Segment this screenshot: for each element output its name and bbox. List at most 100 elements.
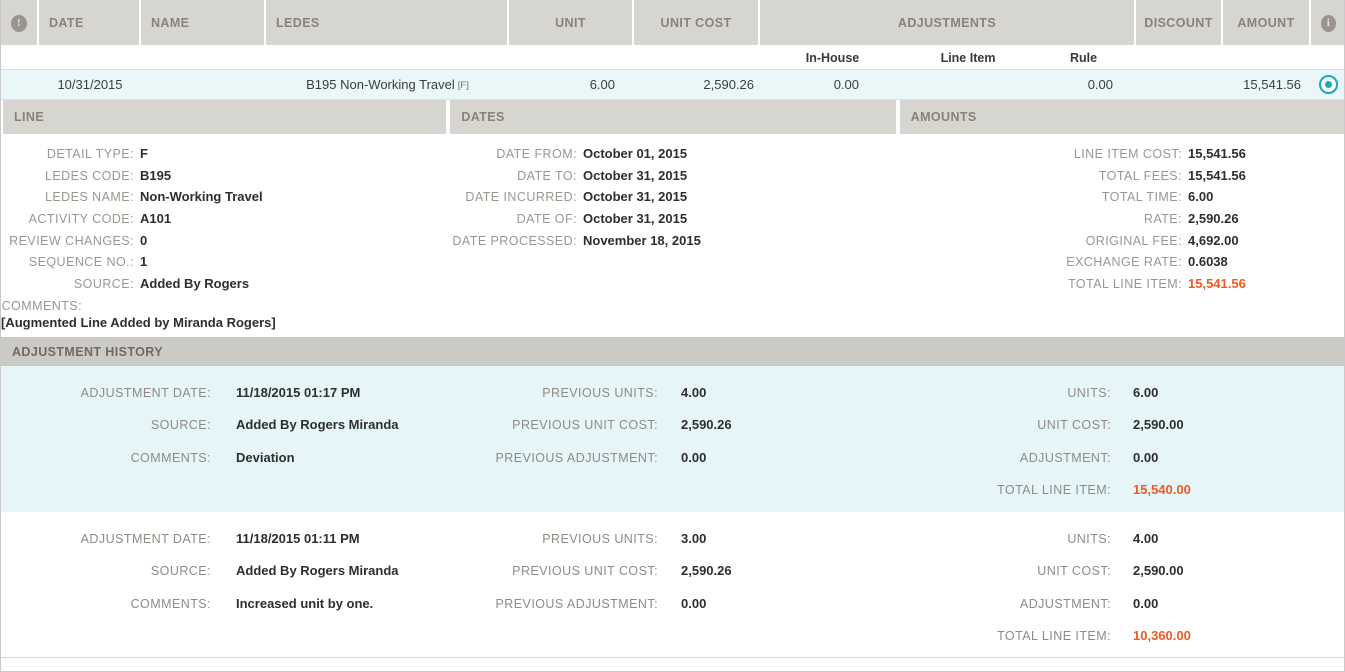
adj-field-previous-units-value: 4.00 [681, 385, 707, 400]
adj-row-middle-fields: PREVIOUS UNITS: 4.00 PREVIOUS UNIT COST:… [401, 385, 751, 482]
detail-field-total-fees: TOTAL FEES: 15,541.56 [899, 167, 1344, 190]
adj-field-unit-cost-value: 2,590.00 [1133, 563, 1184, 579]
column-header-amount-label: AMOUNT [1237, 16, 1295, 30]
detail-field-source: SOURCE: Added By Rogers [1, 276, 441, 298]
adj-field-adjustment-value: 0.00 [1133, 595, 1159, 611]
detail-field-review-changes-label: REVIEW CHANGES: [9, 233, 134, 248]
cell-unit-value: 6.00 [589, 77, 615, 92]
detail-field-detail-type-label: DETAIL TYPE: [46, 147, 134, 161]
adj-field-units: UNITS: 4.00 [861, 531, 1281, 563]
adj-row-middle-fields: PREVIOUS UNITS: 3.00 PREVIOUS UNIT COST:… [401, 531, 751, 628]
detail-field-ledes-name-label: LEDES NAME: [44, 190, 134, 205]
column-header-unit-label: UNIT [555, 16, 586, 30]
detail-field-total-fees-value: 15,541.56 [1188, 167, 1246, 183]
row-action-button[interactable] [1311, 70, 1344, 99]
cell-discount [1136, 70, 1223, 99]
detail-field-total-line-item: TOTAL LINE ITEM: 15,541.56 [899, 276, 1344, 298]
detail-field-original-fee-value: 4,692.00 [1188, 232, 1239, 248]
panel-header-amounts: AMOUNTS [897, 100, 1344, 134]
detail-field-sequence-no-value: 1 [140, 254, 148, 270]
detail-field-date-to: DATE TO: October 31, 2015 [449, 168, 899, 190]
detail-field-total-line-item-value: 15,541.56 [1188, 276, 1246, 292]
detail-field-review-changes-value: 0 [140, 232, 148, 248]
adj-field-unit-cost: UNIT COST: 2,590.00 [861, 417, 1281, 449]
detail-field-date-of-label: DATE OF: [516, 212, 577, 227]
adj-field-unit-cost: UNIT COST: 2,590.00 [861, 563, 1281, 595]
detail-comments: COMMENTS: [Augmented Line Added by Miran… [1, 299, 441, 330]
adj-field-adjustment-date-value: 11/18/2015 01:17 PM [236, 385, 361, 400]
column-header-amount[interactable]: AMOUNT [1223, 0, 1311, 46]
detail-field-total-time-label: TOTAL TIME: [1101, 190, 1182, 205]
adjustment-history-row[interactable]: ADJUSTMENT DATE: 11/18/2015 01:11 PM SOU… [1, 512, 1344, 658]
detail-field-date-processed-label: DATE PROCESSED: [452, 233, 577, 248]
detail-field-total-time-value: 6.00 [1188, 189, 1214, 205]
adj-field-adjustment: ADJUSTMENT: 0.00 [861, 596, 1281, 628]
adj-field-source-value: Added By Rogers Miranda [236, 563, 399, 579]
detail-field-activity-code: ACTIVITY CODE: A101 [1, 211, 441, 233]
detail-field-date-processed-value: November 18, 2015 [583, 232, 701, 248]
cell-ledes-suffix: [F] [457, 80, 469, 91]
detail-field-ledes-code-value: B195 [140, 167, 172, 183]
detail-field-ledes-name: LEDES NAME: Non-Working Travel [1, 189, 441, 211]
column-header-unit-cost-label: UNIT COST [660, 16, 732, 30]
adj-field-previous-units: PREVIOUS UNITS: 3.00 [401, 531, 751, 563]
detail-field-exchange-rate: EXCHANGE RATE: 0.6038 [899, 254, 1344, 276]
subcolumn-in-house-label: In-House [805, 50, 860, 65]
detail-field-ledes-name-value: Non-Working Travel [140, 189, 263, 205]
adj-field-previous-unit-cost-value: 2,590.26 [681, 417, 732, 433]
detail-field-source-label: SOURCE: [73, 277, 134, 292]
table-subcolumn-header: In-House Line Item Rule [1, 46, 1344, 69]
column-header-unit[interactable]: UNIT [509, 0, 634, 46]
detail-field-source-value: Added By Rogers [140, 276, 250, 292]
adj-field-previous-units-label: PREVIOUS UNITS: [542, 386, 658, 400]
cell-adj-in-house: 0.00 [760, 70, 905, 99]
column-header-info[interactable]: i [1311, 0, 1344, 46]
column-header-ledes[interactable]: LEDES [266, 0, 509, 46]
cell-unit-cost: 2,590.26 [634, 70, 760, 99]
detail-field-date-to-label: DATE TO: [517, 168, 577, 183]
adj-field-adjustment-date-label: ADJUSTMENT DATE: [80, 386, 211, 400]
adj-field-total-line-item-label: TOTAL LINE ITEM: [997, 629, 1111, 644]
detail-field-detail-type-value: F [140, 146, 148, 161]
adj-field-comments-value: Deviation [236, 449, 295, 465]
detail-field-total-time: TOTAL TIME: 6.00 [899, 189, 1344, 211]
adj-field-total-line-item-value: 10,360.00 [1133, 628, 1191, 644]
detail-field-date-to-value: October 31, 2015 [583, 167, 688, 183]
detail-comments-value: [Augmented Line Added by Miranda Rogers] [1, 315, 276, 330]
column-header-date-label: DATE [49, 16, 84, 30]
adj-field-comments-label: COMMENTS: [130, 450, 211, 465]
panel-header-dates-label: DATES [461, 110, 505, 124]
column-header-adjustments[interactable]: ADJUSTMENTS [760, 0, 1136, 46]
cell-name [141, 70, 266, 99]
column-header-name[interactable]: NAME [141, 0, 266, 46]
table-row[interactable]: 10/31/2015 B195 Non-Working Travel [F] 6… [1, 69, 1344, 100]
subcolumn-rule: Rule [1031, 46, 1136, 69]
cell-ledes: B195 Non-Working Travel [F] [266, 70, 509, 99]
adj-field-previous-adjustment-value: 0.00 [681, 449, 707, 465]
adj-field-previous-units: PREVIOUS UNITS: 4.00 [401, 385, 751, 417]
adj-field-previous-adjustment: PREVIOUS ADJUSTMENT: 0.00 [401, 596, 751, 628]
column-header-name-label: NAME [151, 16, 190, 30]
detail-panel-header-row: LINE DATES AMOUNTS [1, 100, 1344, 134]
column-header-date[interactable]: DATE [39, 0, 141, 46]
adj-field-previous-unit-cost: PREVIOUS UNIT COST: 2,590.26 [401, 417, 751, 449]
panel-header-line: LINE [1, 100, 449, 134]
detail-field-date-from-value: October 01, 2015 [583, 146, 688, 161]
adj-row-right-fields: UNITS: 4.00 UNIT COST: 2,590.00 ADJUSTME… [861, 531, 1281, 661]
detail-field-sequence-no-label: SEQUENCE NO.: [28, 255, 134, 270]
adj-field-previous-unit-cost: PREVIOUS UNIT COST: 2,590.26 [401, 563, 751, 595]
adj-field-total-line-item: TOTAL LINE ITEM: 15,540.00 [861, 482, 1281, 514]
cell-unit-cost-value: 2,590.26 [703, 77, 754, 92]
column-header-discount[interactable]: DISCOUNT [1136, 0, 1223, 46]
adjustment-history-row[interactable]: ADJUSTMENT DATE: 11/18/2015 01:17 PM SOU… [1, 366, 1344, 512]
adj-field-adjustment-label: ADJUSTMENT: [1019, 596, 1111, 611]
adj-field-previous-adjustment-label: PREVIOUS ADJUSTMENT: [495, 450, 658, 465]
column-header-alert[interactable]: ! [1, 0, 39, 46]
subcolumn-line-item: Line Item [905, 46, 1031, 69]
detail-field-activity-code-value: A101 [140, 211, 172, 227]
detail-field-ledes-code: LEDES CODE: B195 [1, 168, 441, 190]
adj-field-unit-cost-value: 2,590.00 [1133, 417, 1184, 433]
adj-field-units: UNITS: 6.00 [861, 385, 1281, 417]
column-header-unit-cost[interactable]: UNIT COST [634, 0, 760, 46]
detail-field-total-line-item-label: TOTAL LINE ITEM: [1068, 277, 1182, 292]
